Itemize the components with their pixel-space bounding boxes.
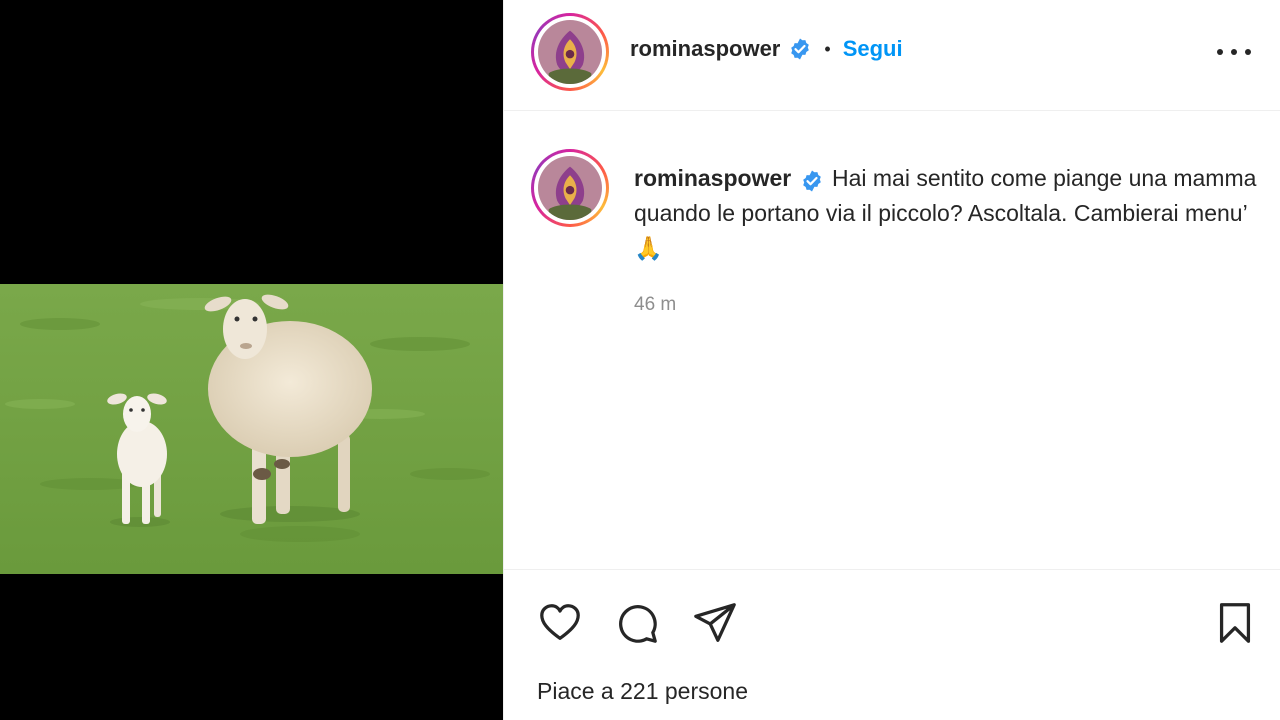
separator-dot: •	[824, 38, 831, 59]
post-media[interactable]	[0, 0, 503, 720]
post-timestamp[interactable]: 46 m	[634, 294, 676, 316]
bookmark-icon[interactable]	[1212, 600, 1258, 646]
comment-icon[interactable]	[614, 600, 660, 646]
caption-text-block: rominaspower Hai mai sentito come piange…	[634, 161, 1264, 266]
post-side-panel: rominaspower • Segui rominaspower Hai ma…	[503, 0, 1280, 720]
instagram-post: rominaspower • Segui rominaspower Hai ma…	[0, 0, 1280, 720]
header-username[interactable]: rominaspower	[630, 36, 780, 62]
sheep-and-lamb-photo	[0, 284, 503, 574]
avatar-image	[538, 20, 602, 84]
share-icon[interactable]	[692, 600, 738, 646]
likes-count[interactable]: Piace a 221 persone	[537, 678, 748, 705]
avatar-image	[538, 156, 602, 220]
verified-badge-icon	[791, 38, 810, 60]
post-header: rominaspower • Segui	[504, 0, 1280, 111]
verified-badge-icon	[802, 170, 821, 192]
caption-username[interactable]: rominaspower	[634, 165, 791, 191]
heart-icon[interactable]	[537, 600, 583, 646]
follow-button[interactable]: Segui	[843, 36, 903, 62]
caption-avatar[interactable]	[531, 149, 609, 227]
avatar[interactable]	[531, 13, 609, 91]
action-bar: Piace a 221 persone	[504, 569, 1280, 720]
more-options-icon[interactable]	[1217, 40, 1251, 64]
